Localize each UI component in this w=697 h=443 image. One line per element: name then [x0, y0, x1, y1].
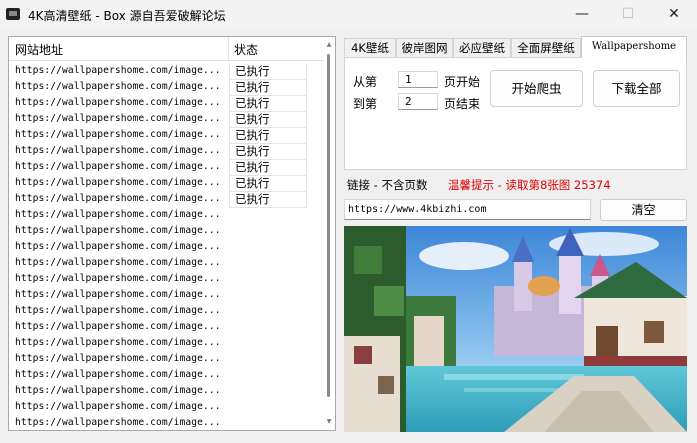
- row-url: https://wallpapershome.com/image...: [15, 65, 221, 76]
- table-row[interactable]: https://wallpapershome.com/image...: [9, 303, 327, 319]
- table-row[interactable]: https://wallpapershome.com/image... 已执行: [9, 95, 327, 112]
- close-button[interactable]: ✕: [651, 0, 697, 30]
- row-url: https://wallpapershome.com/image...: [15, 209, 221, 220]
- site-tabs: 4K壁纸 彼岸图网 必应壁纸 全面屏壁纸 Wallpapershome: [344, 36, 687, 58]
- from-label: 从第: [353, 75, 378, 89]
- row-url: https://wallpapershome.com/image...: [15, 193, 221, 204]
- row-status: 已执行: [229, 95, 307, 112]
- list-header: 网站地址 状态: [9, 37, 327, 61]
- table-row[interactable]: https://wallpapershome.com/image...: [9, 223, 327, 239]
- link-label: 链接 - 不含页数: [347, 178, 428, 192]
- maximize-button[interactable]: ☐: [605, 0, 651, 30]
- row-status: 已执行: [229, 127, 307, 144]
- tab-panel: 从第 1 页开始 到第 2 页结束 开始爬虫 下载全部: [344, 57, 687, 170]
- row-url: https://wallpapershome.com/image...: [15, 177, 221, 188]
- table-row[interactable]: https://wallpapershome.com/image...: [9, 287, 327, 303]
- row-status: 已执行: [229, 111, 307, 128]
- table-row[interactable]: https://wallpapershome.com/image... 已执行: [9, 79, 327, 96]
- table-row[interactable]: https://wallpapershome.com/image...: [9, 367, 327, 383]
- scroll-up-icon[interactable]: ▲: [325, 41, 333, 49]
- row-status: 已执行: [229, 175, 307, 192]
- table-row[interactable]: https://wallpapershome.com/image...: [9, 271, 327, 287]
- row-url: https://wallpapershome.com/image...: [15, 337, 221, 348]
- row-url: https://wallpapershome.com/image...: [15, 257, 221, 268]
- page-end-label: 页结束: [444, 97, 481, 111]
- table-row[interactable]: https://wallpapershome.com/image...: [9, 383, 327, 399]
- tab-wallpapershome[interactable]: Wallpapershome: [581, 36, 687, 58]
- table-row[interactable]: https://wallpapershome.com/image... 已执行: [9, 191, 327, 208]
- url-list[interactable]: 网站地址 状态 https://wallpapershome.com/image…: [8, 36, 336, 431]
- row-url: https://wallpapershome.com/image...: [15, 369, 221, 380]
- column-header-status[interactable]: 状态: [234, 41, 258, 58]
- tab-bing-wallpaper[interactable]: 必应壁纸: [453, 38, 511, 58]
- minimize-button[interactable]: —: [559, 0, 605, 30]
- row-url: https://wallpapershome.com/image...: [15, 81, 221, 92]
- row-url: https://wallpapershome.com/image...: [15, 97, 221, 108]
- table-row[interactable]: https://wallpapershome.com/image... 已执行: [9, 175, 327, 192]
- title-bar: 4K高清壁纸 - Box 源自吾爱破解论坛 — ☐ ✕: [0, 0, 697, 30]
- wallpaper-preview: [344, 226, 687, 432]
- url-input[interactable]: https://www.4kbizhi.com: [344, 199, 591, 220]
- row-url: https://wallpapershome.com/image...: [15, 385, 221, 396]
- clear-button[interactable]: 清空: [600, 199, 687, 221]
- row-url: https://wallpapershome.com/image...: [15, 225, 221, 236]
- row-url: https://wallpapershome.com/image...: [15, 401, 221, 412]
- row-url: https://wallpapershome.com/image...: [15, 241, 221, 252]
- table-row[interactable]: https://wallpapershome.com/image...: [9, 351, 327, 367]
- app-icon: [6, 8, 20, 20]
- list-scrollbar[interactable]: ▲ ▼: [324, 37, 335, 430]
- scrollbar-thumb[interactable]: [327, 54, 330, 397]
- table-row[interactable]: https://wallpapershome.com/image... 已执行: [9, 143, 327, 160]
- table-row[interactable]: https://wallpapershome.com/image...: [9, 255, 327, 271]
- tab-bian-tuwang[interactable]: 彼岸图网: [396, 38, 453, 58]
- table-row[interactable]: https://wallpapershome.com/image...: [9, 335, 327, 351]
- row-url: https://wallpapershome.com/image...: [15, 145, 221, 156]
- scroll-down-icon[interactable]: ▼: [325, 418, 333, 426]
- row-url: https://wallpapershome.com/image...: [15, 353, 221, 364]
- row-url: https://wallpapershome.com/image...: [15, 417, 221, 428]
- row-url: https://wallpapershome.com/image...: [15, 305, 221, 316]
- table-row[interactable]: https://wallpapershome.com/image... 已执行: [9, 127, 327, 144]
- tab-4k-wallpaper[interactable]: 4K壁纸: [344, 38, 396, 58]
- row-status: 已执行: [229, 159, 307, 176]
- table-row[interactable]: https://wallpapershome.com/image... 已执行: [9, 111, 327, 128]
- window-title: 4K高清壁纸 - Box 源自吾爱破解论坛: [28, 9, 226, 23]
- page-start-label: 页开始: [444, 75, 481, 89]
- download-all-button[interactable]: 下载全部: [593, 70, 680, 107]
- row-url: https://wallpapershome.com/image...: [15, 289, 221, 300]
- table-row[interactable]: https://wallpapershome.com/image...: [9, 415, 327, 431]
- table-row[interactable]: https://wallpapershome.com/image...: [9, 207, 327, 223]
- from-page-input[interactable]: 1: [398, 71, 438, 88]
- start-crawl-button[interactable]: 开始爬虫: [490, 70, 583, 107]
- row-status: 已执行: [229, 191, 307, 208]
- table-row[interactable]: https://wallpapershome.com/image... 已执行: [9, 159, 327, 176]
- row-url: https://wallpapershome.com/image...: [15, 129, 221, 140]
- table-row[interactable]: https://wallpapershome.com/image...: [9, 239, 327, 255]
- table-row[interactable]: https://wallpapershome.com/image... 已执行: [9, 63, 327, 80]
- row-url: https://wallpapershome.com/image...: [15, 161, 221, 172]
- tab-fullscreen-wallpaper[interactable]: 全面屏壁纸: [511, 38, 581, 58]
- table-row[interactable]: https://wallpapershome.com/image...: [9, 319, 327, 335]
- to-page-input[interactable]: 2: [398, 93, 438, 110]
- row-url: https://wallpapershome.com/image...: [15, 113, 221, 124]
- column-header-url[interactable]: 网站地址: [15, 41, 63, 58]
- list-body: https://wallpapershome.com/image... 已执行 ht…: [9, 63, 327, 431]
- row-url: https://wallpapershome.com/image...: [15, 321, 221, 332]
- row-status: 已执行: [229, 79, 307, 96]
- tip-text: 温馨提示 - 读取第8张图 25374: [448, 178, 611, 192]
- column-divider[interactable]: [228, 37, 229, 61]
- row-status: 已执行: [229, 143, 307, 160]
- table-row[interactable]: https://wallpapershome.com/image...: [9, 399, 327, 415]
- row-status: 已执行: [229, 63, 307, 80]
- row-url: https://wallpapershome.com/image...: [15, 273, 221, 284]
- wallpaper-image: [344, 226, 687, 432]
- to-label: 到第: [353, 97, 378, 111]
